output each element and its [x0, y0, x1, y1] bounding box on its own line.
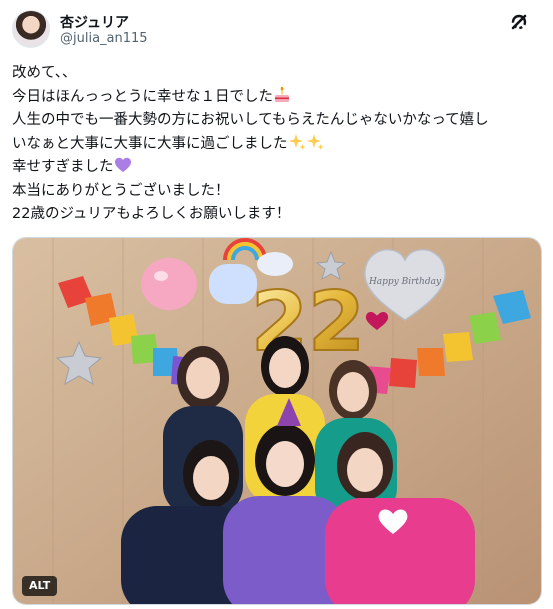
- tweet-header: 杏ジュリア @julia_an115: [12, 10, 543, 50]
- tweet-line-3: 人生の中でも一番大勢の方にお祝いしてもらえたんじゃないかなって嬉し: [12, 112, 489, 128]
- tweet-line-1: 改めて、、: [12, 65, 77, 81]
- display-name[interactable]: 杏ジュリア: [60, 12, 129, 32]
- purple-heart-icon: [114, 157, 131, 172]
- tweet-photo[interactable]: 22 Happy Birthday: [12, 237, 542, 605]
- tweet-line-7: 22歳のジュリアもよろしくお願いします！: [12, 206, 291, 222]
- sparkles-icon: [306, 133, 323, 150]
- alt-badge[interactable]: ALT: [22, 576, 58, 596]
- x-logo-icon[interactable]: [509, 12, 529, 32]
- avatar[interactable]: [12, 10, 50, 48]
- tweet-line-4: いなぁと大事に大事に大事に過ごしました: [12, 135, 288, 152]
- pink-balloon: [141, 258, 197, 310]
- tweet-text: 改めて、、 今日はほんっっとうに幸せな１日でした 人生の中でも一番大勢の方にお祝…: [12, 62, 543, 227]
- unicorn-balloon: [209, 264, 257, 304]
- tweet-line-2: 今日はほんっっとうに幸せな１日でした: [12, 88, 273, 105]
- tweet-line-6: 本当にありがとうございました！: [12, 182, 230, 199]
- party-photo-illustration: 22 Happy Birthday: [13, 238, 541, 604]
- sparkles-icon: [288, 133, 305, 150]
- heart-balloon-text: Happy Birthday: [368, 277, 442, 287]
- tweet-line-5: 幸せすぎました: [12, 159, 114, 175]
- user-handle[interactable]: @julia_an115: [60, 31, 148, 46]
- birthday-cake-icon: [275, 86, 289, 102]
